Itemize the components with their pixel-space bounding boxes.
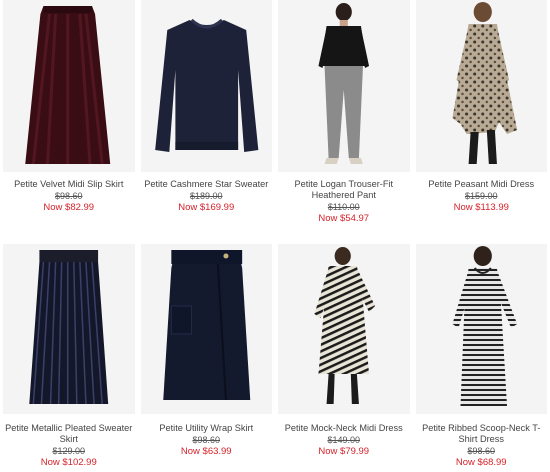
product-card[interactable]: Petite Ribbed Scoop-Neck T-Shirt Dress $… — [413, 236, 550, 472]
sale-price: Now $68.99 — [455, 457, 507, 468]
product-name[interactable]: Petite Mock-Neck Midi Dress — [279, 423, 409, 434]
product-card[interactable]: Petite Logan Trouser-Fit Heathered Pant … — [275, 0, 413, 236]
product-name[interactable]: Petite Metallic Pleated Sweater Skirt — [4, 423, 134, 445]
original-price: $110.00 — [327, 202, 360, 212]
sale-price: Now $82.99 — [43, 202, 95, 213]
product-card[interactable]: Petite Peasant Midi Dress $159.00 Now $1… — [413, 0, 550, 236]
sale-price: Now $113.99 — [453, 202, 509, 213]
product-name[interactable]: Petite Logan Trouser-Fit Heathered Pant — [279, 179, 409, 201]
velvet-skirt-image[interactable] — [3, 0, 135, 172]
product-info: Petite Cashmere Star Sweater $189.00 Now… — [138, 179, 276, 213]
mock-neck-dress-image[interactable] — [278, 244, 410, 414]
product-info: Petite Metallic Pleated Sweater Skirt $1… — [0, 423, 138, 468]
product-name[interactable]: Petite Ribbed Scoop-Neck T-Shirt Dress — [417, 423, 547, 445]
product-info: Petite Logan Trouser-Fit Heathered Pant … — [275, 179, 413, 224]
sale-price: Now $54.97 — [318, 213, 370, 224]
product-name[interactable]: Petite Peasant Midi Dress — [417, 179, 547, 190]
original-price: $159.00 — [464, 191, 498, 201]
product-info: Petite Velvet Midi Slip Skirt $98.60 Now… — [0, 179, 138, 213]
original-price: $98.60 — [467, 446, 496, 456]
product-info: Petite Peasant Midi Dress $159.00 Now $1… — [413, 179, 550, 213]
product-card[interactable]: Petite Metallic Pleated Sweater Skirt $1… — [0, 236, 138, 472]
pleated-skirt-image[interactable] — [3, 244, 135, 414]
tshirt-dress-image[interactable] — [415, 244, 547, 414]
original-price: $149.00 — [327, 435, 361, 445]
product-card[interactable]: Petite Velvet Midi Slip Skirt $98.60 Now… — [0, 0, 138, 236]
product-name[interactable]: Petite Utility Wrap Skirt — [142, 423, 272, 434]
product-grid: Petite Velvet Midi Slip Skirt $98.60 Now… — [0, 0, 550, 472]
sweater-image[interactable] — [140, 0, 272, 172]
product-info: Petite Ribbed Scoop-Neck T-Shirt Dress $… — [413, 423, 550, 468]
original-price: $98.60 — [54, 191, 83, 201]
sale-price: Now $169.99 — [178, 202, 235, 213]
product-card[interactable]: Petite Mock-Neck Midi Dress $149.00 Now … — [275, 236, 413, 472]
product-card[interactable]: Petite Cashmere Star Sweater $189.00 Now… — [138, 0, 276, 236]
original-price: $189.00 — [189, 191, 223, 201]
original-price: $129.00 — [52, 446, 86, 456]
wrap-skirt-image[interactable] — [140, 244, 272, 414]
product-info: Petite Mock-Neck Midi Dress $149.00 Now … — [275, 423, 413, 457]
product-info: Petite Utility Wrap Skirt $98.60 Now $63… — [138, 423, 276, 457]
sale-price: Now $102.99 — [40, 457, 97, 468]
product-name[interactable]: Petite Velvet Midi Slip Skirt — [4, 179, 134, 190]
sale-price: Now $63.99 — [180, 446, 232, 457]
product-name[interactable]: Petite Cashmere Star Sweater — [142, 179, 272, 190]
original-price: $98.60 — [192, 435, 221, 445]
peasant-dress-image[interactable] — [415, 0, 547, 172]
product-card[interactable]: Petite Utility Wrap Skirt $98.60 Now $63… — [138, 236, 276, 472]
sale-price: Now $79.99 — [318, 446, 370, 457]
trouser-image[interactable] — [278, 0, 410, 172]
